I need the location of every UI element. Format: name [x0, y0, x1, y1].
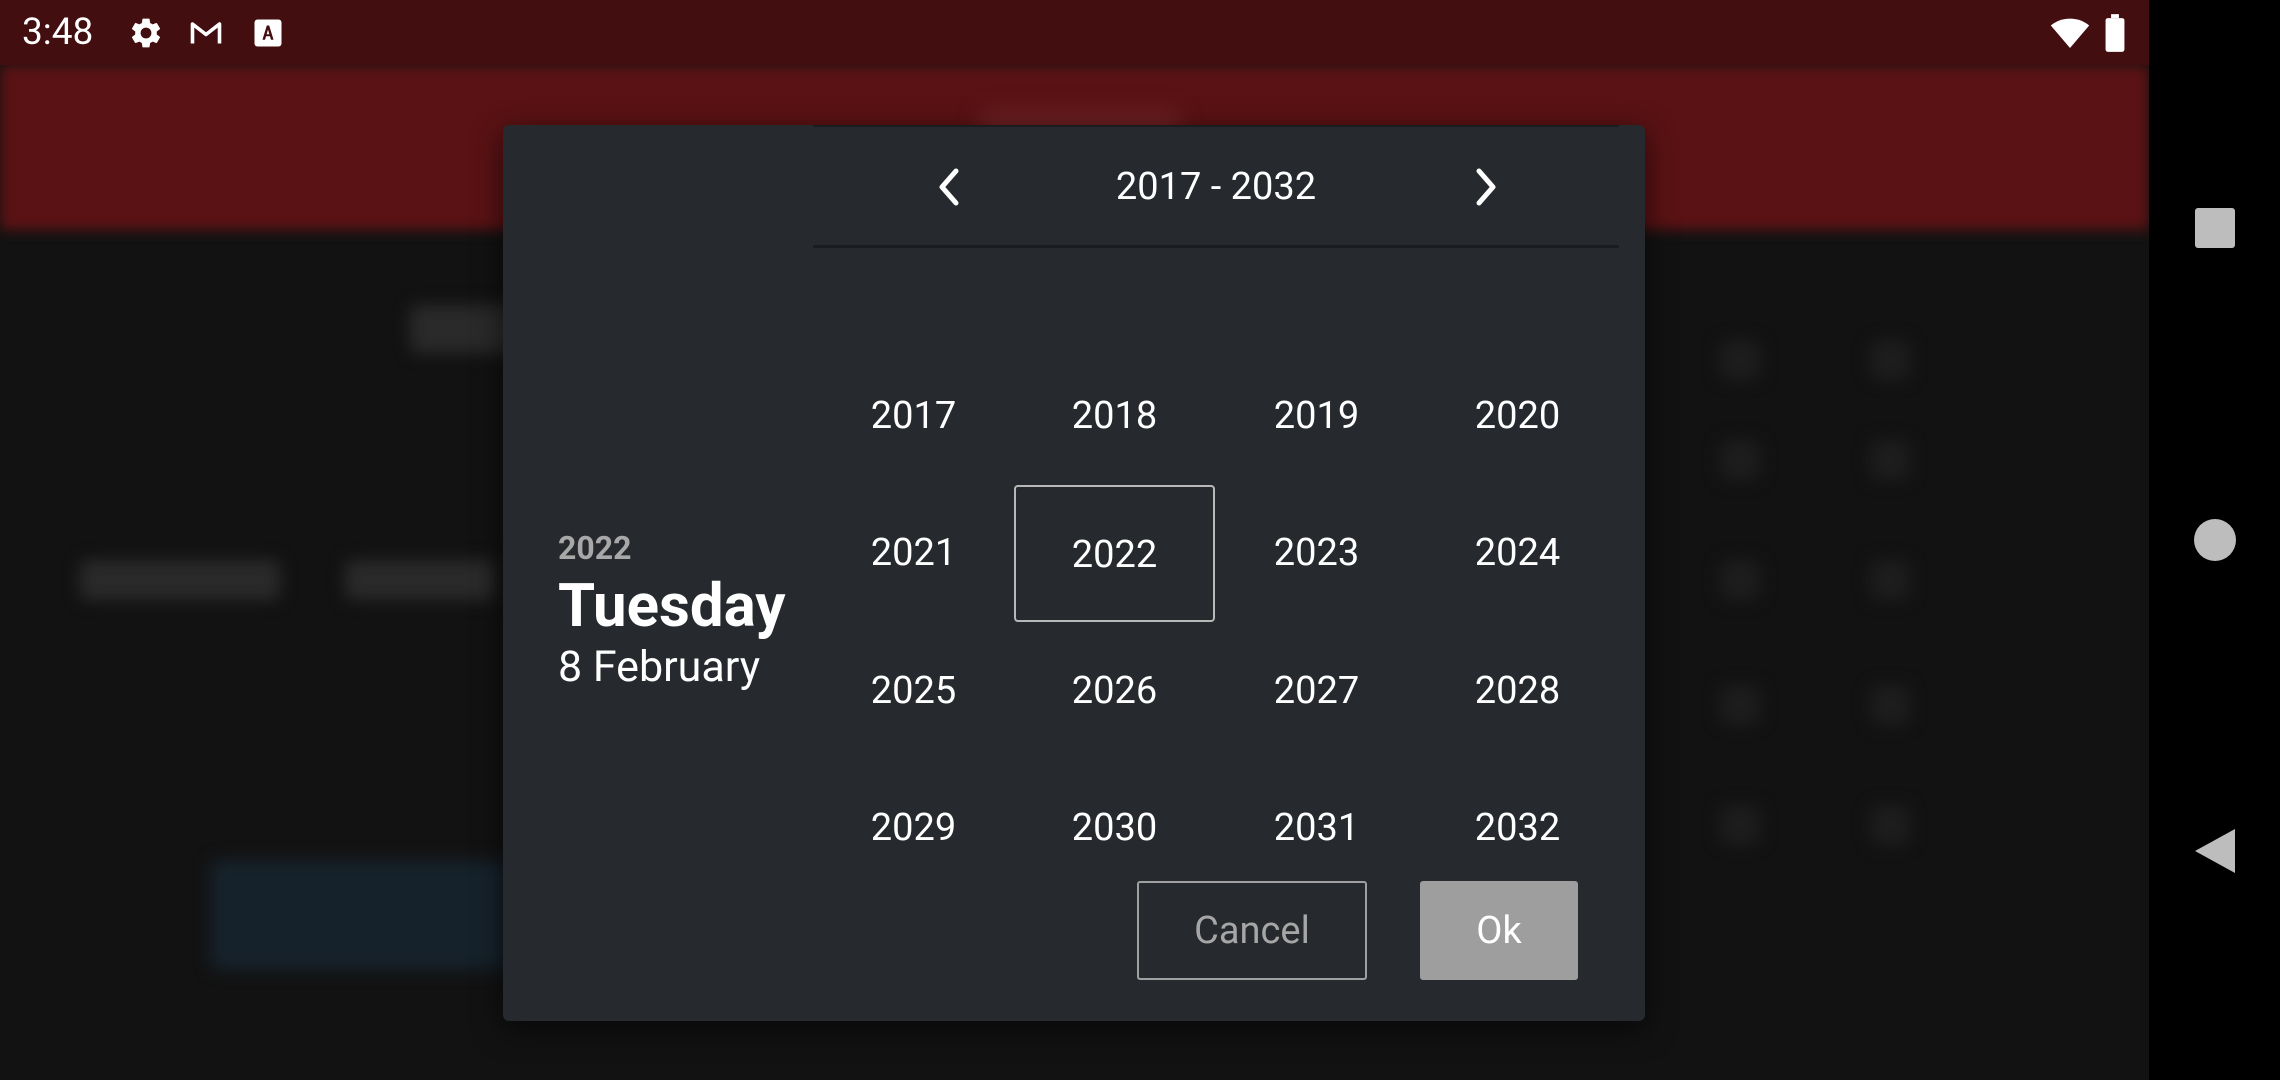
header-date[interactable]: 8 February [558, 642, 760, 692]
year-cell[interactable]: 2030 [1014, 760, 1215, 897]
year-cell[interactable]: 2027 [1216, 623, 1417, 760]
background-content-block [1870, 560, 1910, 600]
background-content-block [80, 560, 280, 600]
background-content-block [1720, 340, 1760, 380]
year-cell[interactable]: 2018 [1014, 348, 1215, 485]
background-content-block [210, 860, 510, 970]
header-year[interactable]: 2022 [558, 529, 631, 567]
status-bar: 3:48 [0, 0, 2149, 65]
back-triangle-icon [2194, 829, 2235, 873]
wifi-icon [2048, 15, 2092, 51]
back-button[interactable] [2149, 791, 2280, 911]
year-cell-selected[interactable]: 2022 [1014, 485, 1215, 622]
font-a-icon [250, 15, 286, 51]
battery-icon [2100, 13, 2130, 53]
background-content-block [1720, 685, 1760, 725]
year-cell[interactable]: 2026 [1014, 623, 1215, 760]
ok-button[interactable]: Ok [1420, 881, 1578, 980]
year-cell[interactable]: 2023 [1216, 485, 1417, 622]
home-circle-icon [2193, 519, 2236, 561]
gmail-icon [188, 15, 224, 51]
background-content-block [1720, 440, 1760, 480]
year-cell[interactable]: 2024 [1417, 485, 1618, 622]
cancel-button[interactable]: Cancel [1137, 881, 1367, 980]
previous-range-button[interactable] [919, 157, 979, 217]
recents-square-icon [2194, 208, 2235, 248]
background-content-block [1870, 805, 1910, 845]
year-cell[interactable]: 2025 [813, 623, 1014, 760]
background-content-block [1870, 440, 1910, 480]
recents-button[interactable] [2149, 168, 2280, 288]
year-range-bar: 2017 - 2032 [813, 125, 1619, 248]
year-cell[interactable]: 2019 [1216, 348, 1417, 485]
home-button[interactable] [2149, 480, 2280, 600]
year-cell[interactable]: 2029 [813, 760, 1014, 897]
chevron-right-icon [1476, 168, 1496, 206]
date-header: 2022 Tuesday 8 February [503, 125, 813, 1021]
year-cell[interactable]: 2032 [1417, 760, 1618, 897]
year-cell[interactable]: 2028 [1417, 623, 1618, 760]
year-cell[interactable]: 2021 [813, 485, 1014, 622]
year-cell[interactable]: 2017 [813, 348, 1014, 485]
year-cell[interactable]: 2020 [1417, 348, 1618, 485]
date-picker-dialog: 2022 Tuesday 8 February 2017 - 2032 2017… [503, 125, 1645, 1021]
status-time: 3:48 [22, 11, 94, 54]
next-range-button[interactable] [1456, 157, 1516, 217]
background-content-block [345, 560, 495, 600]
gear-icon [128, 15, 164, 51]
background-content-block [1870, 340, 1910, 380]
year-cell[interactable]: 2031 [1216, 760, 1417, 897]
navigation-bar [2149, 0, 2280, 1080]
background-content-block [1720, 560, 1760, 600]
chevron-left-icon [939, 168, 959, 206]
background-content-block [1870, 685, 1910, 725]
background-content-block [1720, 805, 1760, 845]
header-weekday[interactable]: Tuesday [558, 570, 785, 641]
